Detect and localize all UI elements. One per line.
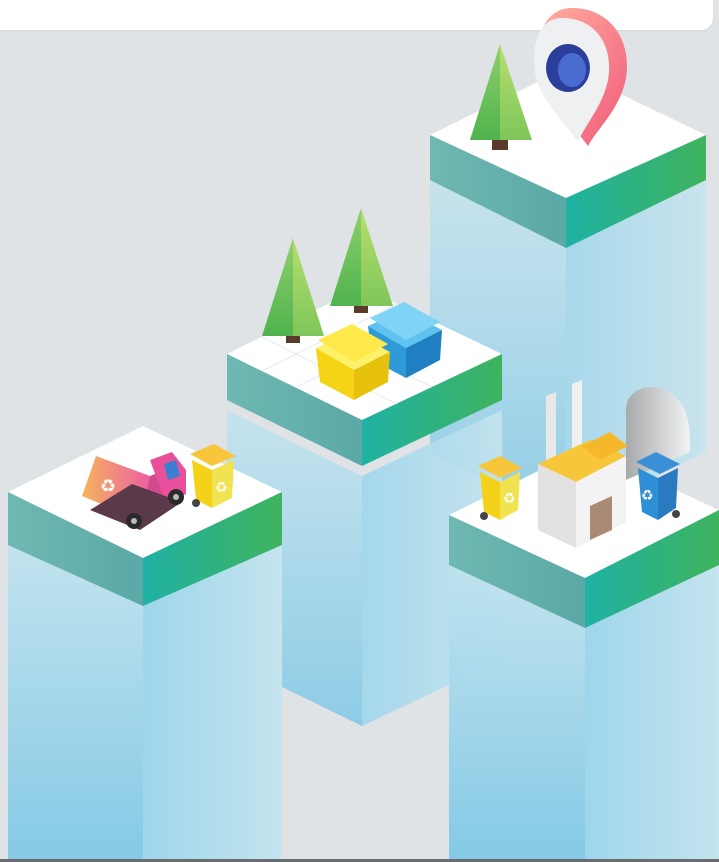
recycle-icon: ♻ xyxy=(641,488,654,504)
recycle-icon: ♻ xyxy=(215,480,228,496)
yellow-wheelie-bin: ♻ xyxy=(190,444,236,508)
recycle-icon: ♻ xyxy=(503,491,516,507)
tree-icon xyxy=(262,238,324,343)
yellow-wheelie-bin: ♻ xyxy=(478,456,522,520)
tree-icon xyxy=(330,208,393,313)
platform-left: ♻ ♻ xyxy=(8,426,282,862)
recycle-icon: ♻ xyxy=(100,476,116,497)
recycling-scene: ♻ ♻ ♻ ♻ xyxy=(8,8,719,862)
